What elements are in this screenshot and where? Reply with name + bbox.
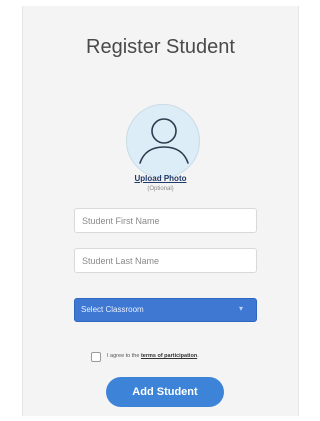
upload-photo-link[interactable]: Upload Photo xyxy=(23,174,298,183)
page-title: Register Student xyxy=(86,36,235,58)
user-avatar-icon xyxy=(139,118,189,164)
classroom-select[interactable]: Select Classroom ▾ xyxy=(74,298,257,322)
register-student-card: Register Student Upload Photo (Optional)… xyxy=(22,6,299,416)
add-student-button[interactable]: Add Student xyxy=(106,377,224,407)
optional-label: (Optional) xyxy=(147,186,174,192)
classroom-select-value: Select Classroom xyxy=(81,305,144,314)
terms-suffix: . xyxy=(197,353,199,359)
terms-link[interactable]: terms of participation xyxy=(141,353,197,359)
terms-prefix: I agree to the xyxy=(107,353,140,359)
photo-placeholder[interactable] xyxy=(126,104,200,178)
terms-checkbox[interactable] xyxy=(91,352,101,362)
chevron-down-icon: ▾ xyxy=(238,304,243,313)
student-first-name-input[interactable] xyxy=(74,208,257,233)
terms-agreement-text: I agree to the terms of participation. xyxy=(107,353,199,359)
student-last-name-input[interactable] xyxy=(74,248,257,273)
